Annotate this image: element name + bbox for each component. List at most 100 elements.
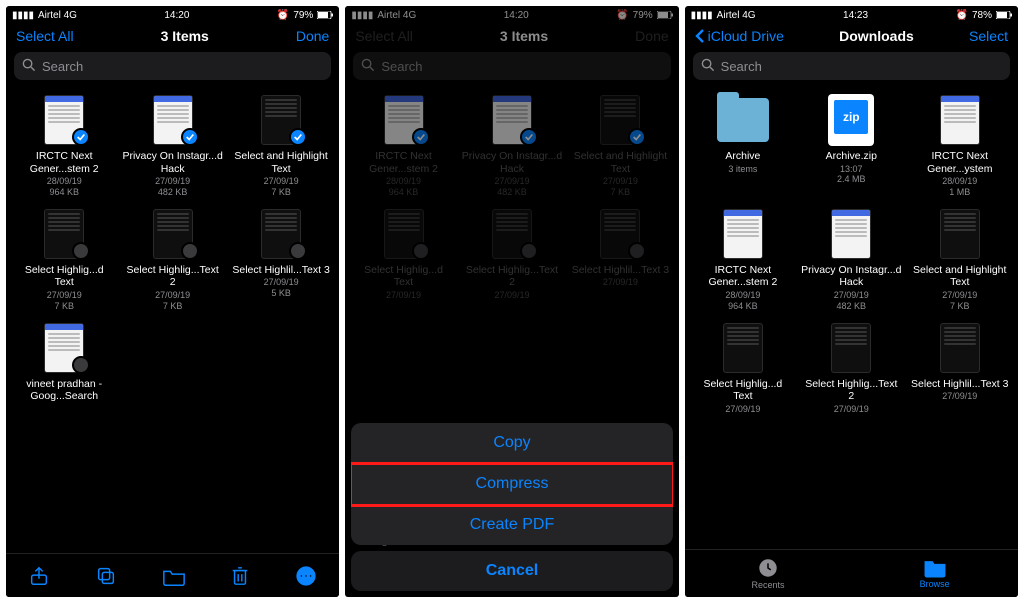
status-bar: ▮▮▮▮ Airtel 4G 14:20 ⏰ 79% [345, 6, 678, 24]
trash-button[interactable] [224, 559, 256, 593]
file-item[interactable]: Select Highlil...Text 327/09/19 [566, 206, 674, 307]
file-item[interactable]: Select and Highlight Text27/09/197 KB [227, 92, 335, 204]
file-item[interactable]: Select Highlig...Text 227/09/197 KB [118, 206, 226, 318]
zip-icon: zip [828, 94, 874, 146]
search-placeholder: Search [721, 59, 762, 74]
file-name: IRCTC Next Gener...stem 2 [12, 150, 116, 175]
file-item[interactable]: Privacy On Instagr...d Hack27/09/19482 K… [458, 92, 566, 204]
unselected-badge-icon[interactable] [520, 242, 538, 260]
file-item[interactable]: Privacy On Instagr...d Hack27/09/19482 K… [797, 206, 905, 318]
nav-bar: iCloud Drive Downloads Select [685, 24, 1018, 50]
file-item[interactable]: vineet pradhan - Goog...Search [10, 320, 118, 409]
selected-badge-icon[interactable] [412, 128, 430, 146]
tab-recents[interactable]: Recents [685, 550, 852, 597]
search-field[interactable]: Search [693, 52, 1010, 80]
file-thumbnail [831, 209, 871, 259]
selected-badge-icon[interactable] [289, 128, 307, 146]
more-button[interactable] [289, 559, 323, 593]
move-button[interactable] [156, 559, 192, 593]
unselected-badge-icon[interactable] [181, 242, 199, 260]
file-item[interactable]: Select Highlig...Text 227/09/19 [458, 206, 566, 307]
file-thumbnail [940, 209, 980, 259]
file-item[interactable]: Select Highlig...d Text27/09/197 KB [10, 206, 118, 318]
nav-title: Downloads [839, 28, 914, 44]
file-item[interactable]: Privacy On Instagr...d Hack27/09/19482 K… [118, 92, 226, 204]
file-meta: 28/09/19964 KB [47, 176, 82, 198]
unselected-badge-icon[interactable] [72, 242, 90, 260]
file-item[interactable]: Select Highlig...Text 227/09/19 [797, 320, 905, 421]
files-grid: IRCTC Next Gener...stem 228/09/19964 KBP… [6, 86, 339, 553]
phone-screenshot-3: ▮▮▮▮ Airtel 4G 14:23 ⏰ 78% iCloud Drive … [685, 6, 1018, 597]
file-meta: 27/09/197 KB [942, 290, 977, 312]
share-button[interactable] [22, 559, 56, 593]
phone-screenshot-2: ▮▮▮▮ Airtel 4G 14:20 ⏰ 79% Select All 3 … [345, 6, 678, 597]
file-meta: 13:072.4 MB [837, 164, 866, 186]
file-thumbnail [940, 95, 980, 145]
done-button[interactable]: Done [296, 28, 329, 44]
select-all-button: Select All [355, 28, 413, 44]
action-copy[interactable]: Copy [351, 423, 672, 464]
file-item[interactable]: Select and Highlight Text27/09/197 KB [906, 206, 1014, 318]
file-name: Select Highlil...Text 3 [909, 378, 1010, 391]
file-thumbnail [723, 209, 763, 259]
file-item[interactable]: IRCTC Next Gener...stem 228/09/19964 KB [10, 92, 118, 204]
signal-bars-icon: ▮▮▮▮ [691, 10, 713, 21]
nav-title: 3 Items [161, 28, 209, 44]
duplicate-button[interactable] [89, 559, 123, 593]
unselected-badge-icon[interactable] [289, 242, 307, 260]
selected-badge-icon[interactable] [72, 128, 90, 146]
nav-title: 3 Items [500, 28, 548, 44]
unselected-badge-icon[interactable] [628, 242, 646, 260]
file-meta: 27/09/19 [603, 277, 638, 288]
file-name: Select Highlig...d Text [12, 264, 116, 289]
selected-badge-icon[interactable] [520, 128, 538, 146]
file-item[interactable]: Select Highlil...Text 327/09/19 [906, 320, 1014, 421]
carrier-label: Airtel 4G [717, 10, 756, 21]
file-meta: 27/09/197 KB [264, 176, 299, 198]
file-name: Select and Highlight Text [229, 150, 333, 175]
file-item[interactable]: IRCTC Next Gener...stem 228/09/19964 KB [349, 92, 457, 204]
file-meta: 27/09/19 [942, 391, 977, 402]
file-name: IRCTC Next Gener...stem 2 [691, 264, 795, 289]
phone-screenshot-1: ▮▮▮▮ Airtel 4G 14:20 ⏰ 79% Select All 3 … [6, 6, 339, 597]
tab-browse[interactable]: Browse [851, 550, 1018, 597]
selected-badge-icon[interactable] [181, 128, 199, 146]
file-item[interactable]: Select and Highlight Text27/09/197 KB [566, 92, 674, 204]
action-sheet: CopyCompressCreate PDF Cancel [351, 423, 672, 591]
file-meta: 27/09/19 [494, 290, 529, 301]
file-name: IRCTC Next Gener...ystem [908, 150, 1012, 175]
file-name: Archive.zip [824, 150, 879, 163]
file-item[interactable]: Archive3 items [689, 92, 797, 204]
file-item[interactable]: Select Highlil...Text 327/09/195 KB [227, 206, 335, 318]
search-field[interactable]: Search [14, 52, 331, 80]
action-create pdf[interactable]: Create PDF [351, 505, 672, 545]
done-button: Done [635, 28, 668, 44]
file-meta: 27/09/197 KB [47, 290, 82, 312]
select-all-button[interactable]: Select All [16, 28, 74, 44]
unselected-badge-icon[interactable] [412, 242, 430, 260]
file-item[interactable]: Select Highlig...d Text27/09/19 [349, 206, 457, 307]
file-name: Select Highlil...Text 3 [230, 264, 331, 277]
back-button[interactable]: iCloud Drive [695, 28, 784, 44]
search-placeholder: Search [381, 59, 422, 74]
search-icon [22, 58, 36, 75]
action-sheet-group: CopyCompressCreate PDF [351, 423, 672, 545]
clock: 14:23 [843, 10, 868, 21]
cancel-button[interactable]: Cancel [351, 551, 672, 591]
file-meta: 27/09/197 KB [155, 290, 190, 312]
file-item[interactable]: IRCTC Next Gener...ystem28/09/191 MB [906, 92, 1014, 204]
nav-bar: Select All 3 Items Done [345, 24, 678, 50]
file-item[interactable]: Select Highlig...d Text27/09/19 [689, 320, 797, 421]
action-compress[interactable]: Compress [351, 464, 672, 505]
unselected-badge-icon[interactable] [72, 356, 90, 374]
select-button[interactable]: Select [969, 28, 1008, 44]
file-item[interactable]: zip Archive.zip13:072.4 MB [797, 92, 905, 204]
carrier-label: Airtel 4G [38, 10, 77, 21]
selected-badge-icon[interactable] [628, 128, 646, 146]
file-item[interactable]: IRCTC Next Gener...stem 228/09/19964 KB [689, 206, 797, 318]
battery-percent: 79% [293, 10, 313, 21]
file-meta: 27/09/19482 KB [494, 176, 529, 198]
battery-icon [996, 11, 1012, 19]
file-meta: 28/09/19964 KB [725, 290, 760, 312]
file-name: Select and Highlight Text [568, 150, 672, 175]
